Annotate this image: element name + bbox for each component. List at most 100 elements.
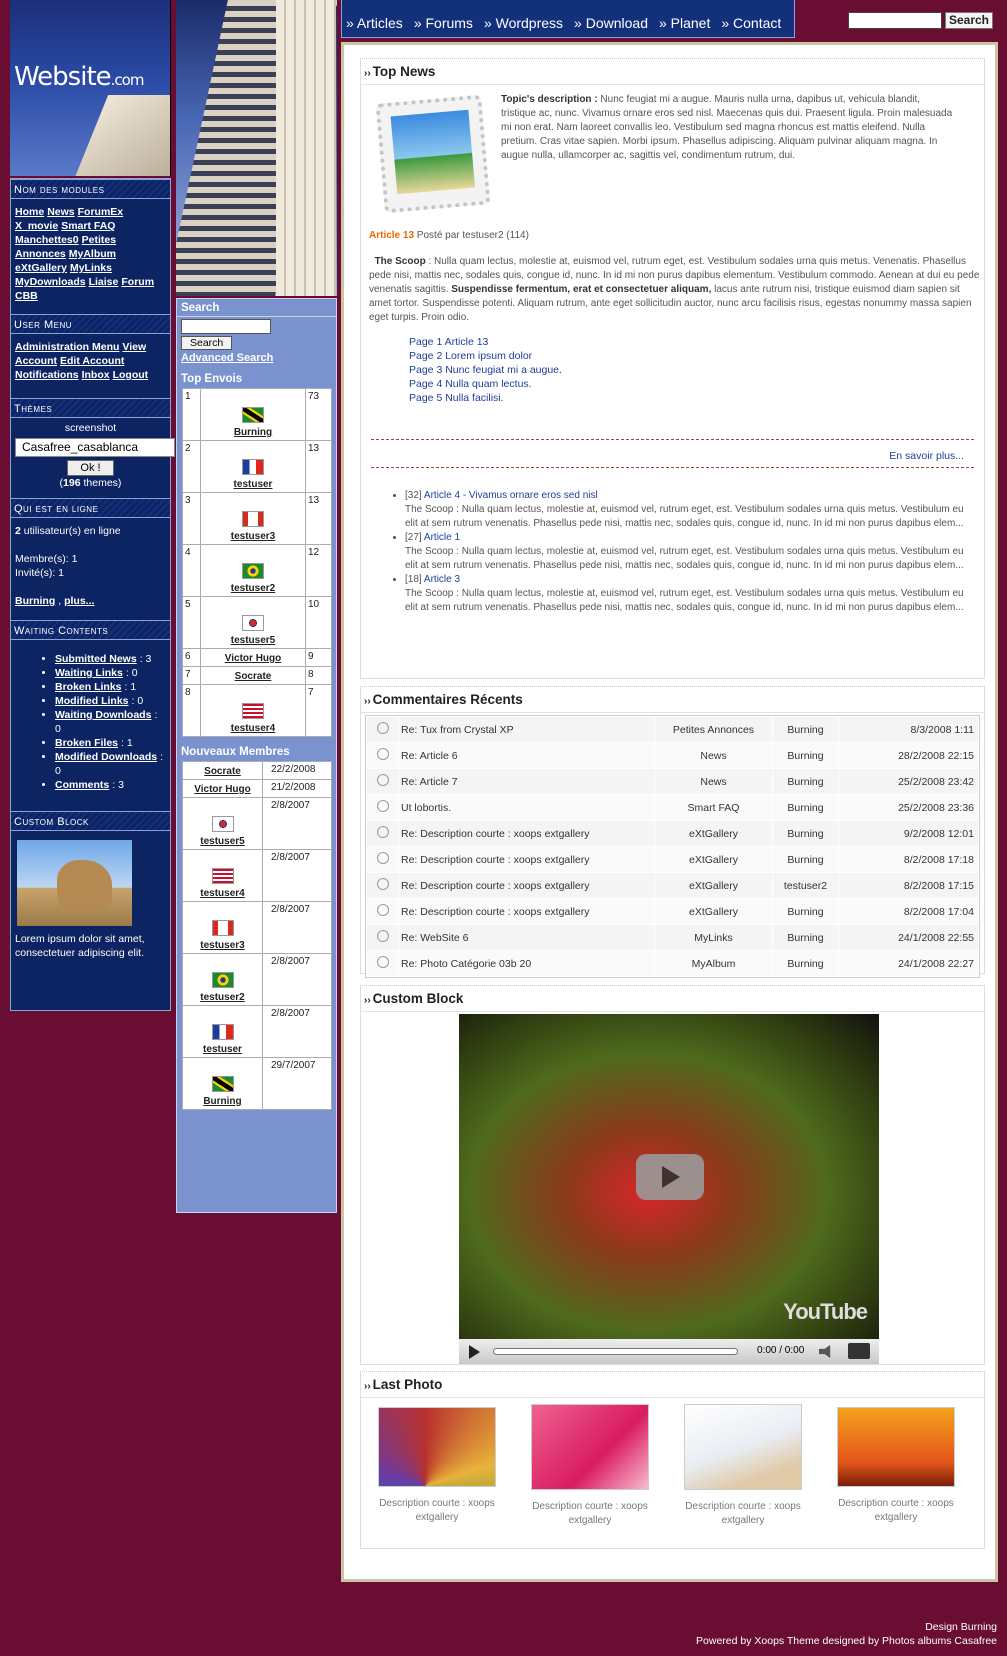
nav-articles[interactable]: » Articles bbox=[346, 15, 403, 31]
user-cell[interactable]: Victor Hugo bbox=[182, 779, 263, 798]
nav-download[interactable]: » Download bbox=[574, 15, 648, 31]
module-link[interactable]: Home bbox=[15, 206, 44, 218]
comment-subject[interactable]: Ut lobortis. bbox=[398, 794, 655, 821]
module-link[interactable]: MyDownloads bbox=[15, 276, 86, 288]
user-cell[interactable]: testuser3 bbox=[182, 901, 263, 954]
comment-row[interactable]: Re: Description courte : xoops extgaller… bbox=[366, 898, 979, 925]
online-user-link[interactable]: Burning bbox=[15, 595, 55, 607]
search-block-button[interactable]: Search bbox=[181, 336, 233, 350]
progress-track[interactable] bbox=[493, 1348, 738, 1355]
user-link[interactable]: testuser2 bbox=[200, 992, 244, 1003]
module-link[interactable]: Forum bbox=[121, 276, 154, 288]
photo-thumb[interactable] bbox=[684, 1404, 802, 1490]
module-link[interactable]: X_movie bbox=[15, 220, 58, 232]
comment-user[interactable]: Burning bbox=[772, 924, 839, 951]
user-link[interactable]: testuser bbox=[234, 479, 273, 490]
play-icon[interactable] bbox=[636, 1154, 704, 1200]
module-link[interactable]: News bbox=[47, 206, 74, 218]
page-link[interactable]: Page 4 Nulla quam lectus. bbox=[409, 377, 562, 391]
waiting-link[interactable]: Comments bbox=[55, 779, 109, 791]
user-link[interactable]: testuser5 bbox=[231, 635, 275, 646]
user-link[interactable]: Socrate bbox=[235, 671, 272, 682]
comment-row[interactable]: Re: Article 6 News Burning 28/2/2008 22:15 bbox=[366, 742, 979, 769]
nav-wordpress[interactable]: » Wordpress bbox=[484, 15, 563, 31]
waiting-link[interactable]: Waiting Links bbox=[55, 667, 123, 679]
news-link[interactable]: Article 1 bbox=[424, 532, 460, 543]
theme-select[interactable]: Casafree_casablanca bbox=[15, 438, 175, 457]
user-link[interactable]: testuser3 bbox=[231, 531, 275, 542]
comment-subject[interactable]: Re: Tux from Crystal XP bbox=[398, 716, 655, 743]
comment-user[interactable]: Burning bbox=[772, 742, 839, 769]
comment-row[interactable]: Re: Description courte : xoops extgaller… bbox=[366, 872, 979, 899]
comment-row[interactable]: Re: Tux from Crystal XP Petites Annonces B… bbox=[366, 716, 979, 743]
waiting-link[interactable]: Broken Links bbox=[55, 681, 122, 693]
photo-item[interactable]: Description courte : xoops extgallery bbox=[522, 1404, 658, 1528]
fullscreen-icon[interactable] bbox=[848, 1343, 870, 1359]
comment-row[interactable]: Re: Photo Catégorie 03b 20 MyAlbum Burning… bbox=[366, 950, 979, 977]
user-cell[interactable]: Socrate bbox=[182, 761, 263, 780]
comment-user[interactable]: testuser2 bbox=[772, 872, 839, 899]
user-link[interactable]: testuser5 bbox=[200, 836, 244, 847]
search-block-input[interactable] bbox=[181, 319, 271, 334]
waiting-link[interactable]: Submitted News bbox=[55, 653, 137, 665]
page-link[interactable]: Page 2 Lorem ipsum dolor bbox=[409, 349, 562, 363]
video-player[interactable]: YouTube 0:00 / 0:00 bbox=[459, 1014, 879, 1364]
comment-subject[interactable]: Re: Description courte : xoops extgaller… bbox=[398, 846, 655, 873]
user-cell[interactable]: testuser4 bbox=[182, 849, 263, 902]
top-search-button[interactable]: Search bbox=[945, 12, 993, 29]
comment-user[interactable]: Burning bbox=[772, 950, 839, 977]
user-cell[interactable]: testuser3 bbox=[200, 492, 306, 545]
module-link[interactable]: MyAlbum bbox=[69, 248, 116, 260]
user-cell[interactable]: testuser5 bbox=[182, 797, 263, 850]
page-link[interactable]: Page 5 Nulla facilisi. bbox=[409, 391, 562, 405]
waiting-link[interactable]: Waiting Downloads bbox=[55, 709, 151, 721]
comment-subject[interactable]: Re: WebSite 6 bbox=[398, 924, 655, 951]
module-link[interactable]: CBB bbox=[15, 290, 38, 302]
nav-forums[interactable]: » Forums bbox=[414, 15, 473, 31]
nav-planet[interactable]: » Planet bbox=[659, 15, 710, 31]
comment-subject[interactable]: Re: Photo Catégorie 03b 20 bbox=[398, 950, 655, 977]
user-link[interactable]: Burning bbox=[203, 1096, 241, 1107]
user-cell[interactable]: testuser bbox=[182, 1005, 263, 1058]
usermenu-link[interactable]: Administration Menu bbox=[15, 341, 119, 353]
page-link[interactable]: Page 1 Article 13 bbox=[409, 335, 562, 349]
comment-user[interactable]: Burning bbox=[772, 768, 839, 795]
news-link[interactable]: Article 3 bbox=[424, 574, 460, 585]
waiting-link[interactable]: Broken Files bbox=[55, 737, 118, 749]
user-link[interactable]: Victor Hugo bbox=[225, 653, 281, 664]
comment-row[interactable]: Re: Description courte : xoops extgaller… bbox=[366, 846, 979, 873]
user-cell[interactable]: Socrate bbox=[200, 666, 306, 685]
waiting-link[interactable]: Modified Downloads bbox=[55, 751, 157, 763]
module-link[interactable]: ForumEx bbox=[78, 206, 124, 218]
page-link[interactable]: Page 3 Nunc feugiat mi a augue. bbox=[409, 363, 562, 377]
comment-row[interactable]: Re: Description courte : xoops extgaller… bbox=[366, 820, 979, 847]
user-link[interactable]: testuser4 bbox=[231, 723, 275, 734]
comment-row[interactable]: Re: WebSite 6 MyLinks Burning 24/1/2008 22:… bbox=[366, 924, 979, 951]
user-cell[interactable]: testuser2 bbox=[200, 544, 306, 597]
user-cell[interactable]: Victor Hugo bbox=[200, 648, 306, 667]
user-link[interactable]: Burning bbox=[234, 427, 272, 438]
module-link[interactable]: Liaise bbox=[89, 276, 119, 288]
comment-user[interactable]: Burning bbox=[772, 898, 839, 925]
article-title[interactable]: Article 13 bbox=[369, 230, 414, 241]
module-link[interactable]: Manchettes0 bbox=[15, 234, 79, 246]
nav-contact[interactable]: » Contact bbox=[721, 15, 781, 31]
photo-thumb[interactable] bbox=[531, 1404, 649, 1490]
more-link[interactable]: En savoir plus... bbox=[889, 449, 964, 463]
theme-ok-button[interactable]: Ok ! bbox=[67, 460, 114, 476]
photo-item[interactable]: Description courte : xoops extgallery bbox=[369, 1404, 505, 1525]
user-cell[interactable]: testuser4 bbox=[200, 684, 306, 737]
user-link[interactable]: testuser4 bbox=[200, 888, 244, 899]
comment-row[interactable]: Ut lobortis. Smart FAQ Burning 25/2/2008 23… bbox=[366, 794, 979, 821]
comment-subject[interactable]: Re: Description courte : xoops extgaller… bbox=[398, 898, 655, 925]
usermenu-link[interactable]: Edit Account bbox=[60, 355, 124, 367]
user-cell[interactable]: Burning bbox=[182, 1057, 263, 1110]
user-link[interactable]: Victor Hugo bbox=[194, 784, 250, 795]
comment-subject[interactable]: Re: Article 7 bbox=[398, 768, 655, 795]
comment-subject[interactable]: Re: Description courte : xoops extgaller… bbox=[398, 820, 655, 847]
comment-user[interactable]: Burning bbox=[772, 794, 839, 821]
news-link[interactable]: Article 4 - Vivamus ornare eros sed nisl bbox=[424, 490, 598, 501]
user-link[interactable]: testuser3 bbox=[200, 940, 244, 951]
usermenu-link[interactable]: Inbox bbox=[82, 369, 110, 381]
user-cell[interactable]: testuser bbox=[200, 440, 306, 493]
